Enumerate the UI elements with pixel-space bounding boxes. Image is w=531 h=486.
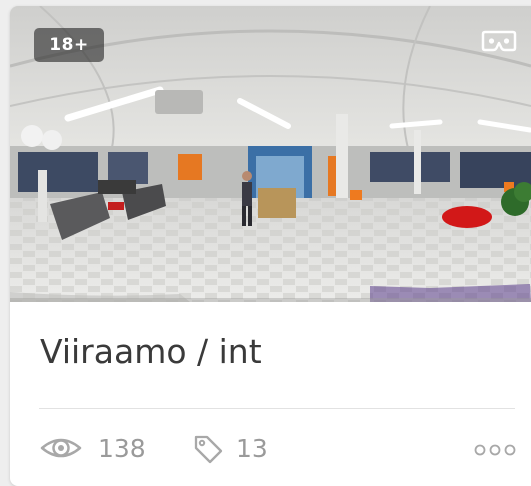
panorama-card[interactable]: 18+ Viiraamo / int 138 13 bbox=[10, 6, 531, 486]
vr-headset-icon[interactable] bbox=[481, 28, 517, 54]
eye-icon bbox=[40, 438, 82, 458]
tags-count: 13 bbox=[236, 434, 268, 463]
panorama-title[interactable]: Viiraamo / int bbox=[40, 332, 262, 371]
divider bbox=[39, 408, 515, 409]
more-dots-icon[interactable] bbox=[473, 438, 517, 462]
age-restriction-badge: 18+ bbox=[34, 28, 104, 62]
tag-icon bbox=[194, 435, 223, 464]
panorama-thumbnail[interactable]: 18+ bbox=[10, 6, 531, 302]
views-count: 138 bbox=[98, 434, 146, 463]
